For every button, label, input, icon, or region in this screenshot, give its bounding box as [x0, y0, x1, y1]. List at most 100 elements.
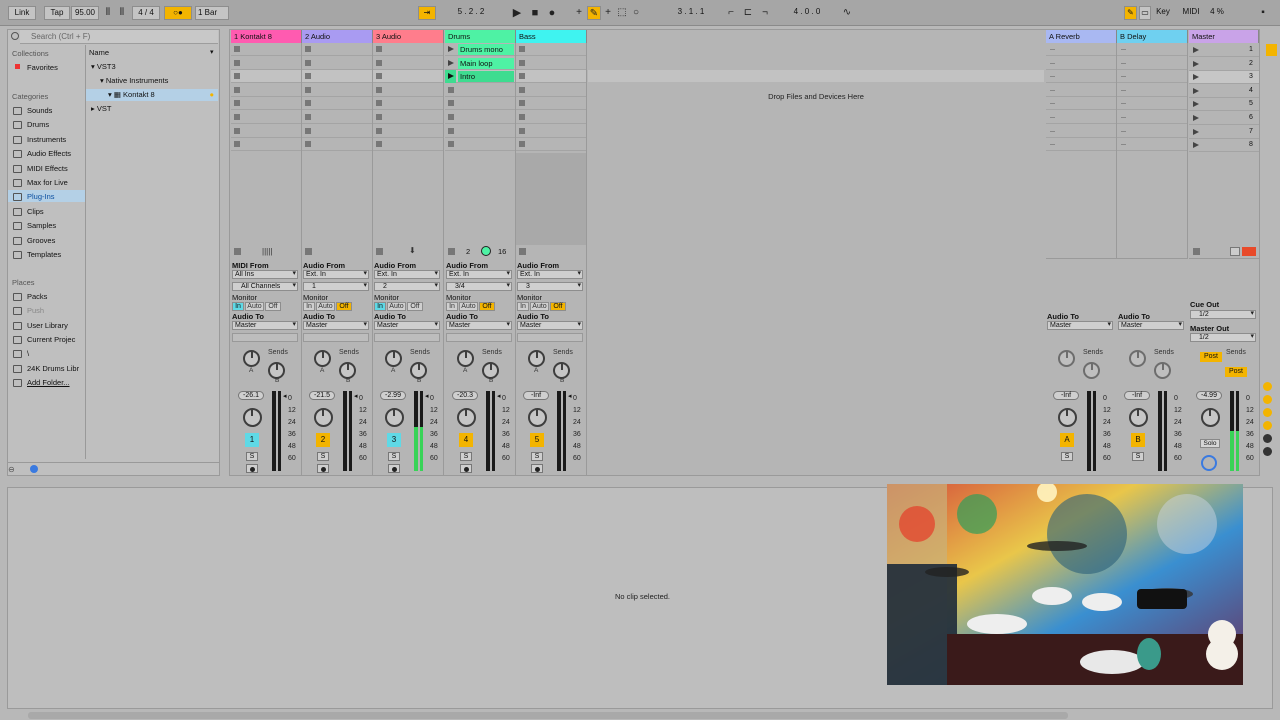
cue-volume-knob[interactable] [1201, 455, 1217, 471]
send-a-knob[interactable] [314, 350, 331, 367]
clip-slot[interactable] [373, 138, 443, 152]
clip[interactable]: Main loop [458, 57, 514, 69]
track-activator-button[interactable]: 3 [387, 433, 401, 447]
solo-button[interactable]: S [460, 452, 472, 461]
track-stop-icon[interactable] [448, 248, 455, 255]
output-dropdown[interactable]: Master [374, 321, 440, 330]
scene-launch-icon[interactable] [1193, 47, 1199, 53]
clip-slot[interactable] [302, 111, 372, 124]
clip[interactable]: Drums mono [458, 44, 514, 55]
tempo-field[interactable]: 95.00 [71, 6, 99, 20]
output-channel-field[interactable] [374, 333, 440, 342]
master-track-header[interactable]: Master [1189, 30, 1259, 43]
output-channel-field[interactable] [232, 333, 298, 342]
tempo-dial-icon[interactable] [481, 246, 491, 256]
clip-slot[interactable] [445, 111, 515, 124]
browser-search-input[interactable]: Search (Ctrl + F) [20, 30, 218, 44]
follow-icon[interactable]: ⇥ [418, 6, 436, 20]
punch-out-icon[interactable]: ¬ [758, 6, 772, 20]
output-dropdown[interactable]: Master [303, 321, 369, 330]
place-item[interactable]: Add Folder... [27, 377, 70, 389]
midi-map-button[interactable]: MIDI [1180, 6, 1202, 20]
slot-stop-icon[interactable] [376, 59, 382, 66]
input-channel-dropdown[interactable]: 2 [374, 282, 440, 291]
return-activator-button[interactable]: A [1060, 433, 1074, 447]
category-item[interactable]: Drums [27, 119, 49, 131]
monitor-auto-button[interactable]: Auto [459, 302, 478, 311]
clip-slot[interactable] [302, 125, 372, 138]
fader-pointer-icon[interactable]: ◂ [568, 392, 572, 400]
place-item[interactable]: Current Projec [27, 334, 75, 346]
clip-slot[interactable] [373, 70, 443, 84]
scene-launch-icon[interactable] [1193, 87, 1199, 94]
volume-field[interactable]: -Inf [523, 391, 549, 400]
pan-knob[interactable] [314, 408, 333, 427]
slot-stop-icon[interactable] [519, 127, 525, 134]
slot-stop-icon[interactable] [305, 46, 311, 52]
category-item[interactable]: Instruments [27, 134, 66, 146]
clip-slot[interactable] [373, 111, 443, 124]
monitor-in-button[interactable]: In [232, 302, 244, 311]
punch-in-icon[interactable]: ⌐ [724, 6, 738, 20]
category-item[interactable]: Audio Effects [27, 148, 71, 160]
volume-field[interactable]: -20.3 [452, 391, 478, 400]
clip-slot[interactable] [302, 43, 372, 56]
solo-button[interactable]: S [1061, 452, 1073, 461]
send-b-knob[interactable] [1083, 362, 1100, 379]
clip-slot[interactable] [445, 125, 515, 138]
clip-slot[interactable] [302, 57, 372, 70]
key-map-button[interactable]: Key [1153, 6, 1173, 20]
slot-stop-icon[interactable] [234, 46, 240, 52]
clip-play-icon[interactable] [448, 46, 454, 52]
track-delay-toggle-icon[interactable] [1263, 447, 1272, 456]
clip-slot[interactable] [231, 70, 301, 84]
track-stop-icon[interactable] [519, 248, 526, 255]
overview-toggle-icon[interactable] [1266, 44, 1277, 56]
send-b-knob[interactable] [1154, 362, 1171, 379]
place-item[interactable]: \ [27, 348, 29, 360]
category-item[interactable]: Grooves [27, 235, 55, 247]
pencil-icon[interactable]: ✎ [1124, 6, 1137, 20]
clip-slot[interactable] [445, 97, 515, 111]
track-header[interactable]: Drums [445, 30, 516, 43]
clip-slot[interactable] [516, 43, 586, 56]
loop-start-field[interactable]: 3 . 1 . 1 [660, 6, 722, 20]
crossfader-toggle-icon[interactable] [1263, 434, 1272, 443]
sends-toggle-icon[interactable] [1263, 395, 1272, 404]
capture-icon[interactable]: ⬚ [615, 6, 629, 20]
fader-pointer-icon[interactable]: ◂ [283, 392, 287, 400]
track-header[interactable]: Bass [516, 30, 587, 43]
clip-slot[interactable] [445, 84, 515, 97]
place-item[interactable]: Push [27, 305, 44, 317]
tree-item-vst3[interactable]: ▾ VST3 [91, 61, 116, 73]
slot-stop-icon[interactable] [305, 114, 311, 120]
output-dropdown[interactable]: Master [1047, 321, 1113, 330]
input-type-dropdown[interactable]: Ext. In [374, 270, 440, 279]
time-signature-field[interactable]: 4 / 4 [132, 6, 160, 20]
arm-button[interactable] [388, 464, 400, 473]
io-toggle-icon[interactable] [1263, 382, 1272, 391]
tree-item-kontakt[interactable]: ▾ ▦ Kontakt 8 ● [86, 89, 218, 101]
metronome-button[interactable]: ○● [164, 6, 192, 20]
input-type-dropdown[interactable]: Ext. In [303, 270, 369, 279]
slot-stop-icon[interactable] [376, 46, 382, 52]
monitor-off-button[interactable]: Off [479, 302, 495, 311]
scene-launch-icon[interactable] [1193, 142, 1199, 149]
clip-slot[interactable]: Intro [445, 70, 515, 84]
place-item[interactable]: 24K Drums Libr [27, 363, 79, 375]
clip-slot[interactable]: Main loop [445, 57, 515, 70]
nudge-up-icon[interactable]: ⦀ [115, 6, 129, 20]
clip-slot[interactable] [373, 43, 443, 56]
scene-launch-icon[interactable] [1193, 60, 1199, 67]
slot-stop-icon[interactable] [234, 141, 240, 148]
post-b-button[interactable]: Post [1225, 367, 1247, 377]
tree-item-native-instruments[interactable]: ▾ Native Instruments [100, 75, 168, 87]
slot-stop-icon[interactable] [305, 127, 311, 134]
slot-stop-icon[interactable] [519, 86, 525, 93]
horizontal-scrollbar[interactable] [28, 712, 1068, 719]
cue-out-dropdown[interactable]: 1/2 [1190, 310, 1256, 319]
scene-launch-icon[interactable] [1193, 101, 1199, 108]
slot-stop-icon[interactable] [376, 73, 382, 80]
record-icon[interactable]: ● [545, 6, 559, 20]
solo-button[interactable]: S [317, 452, 329, 461]
